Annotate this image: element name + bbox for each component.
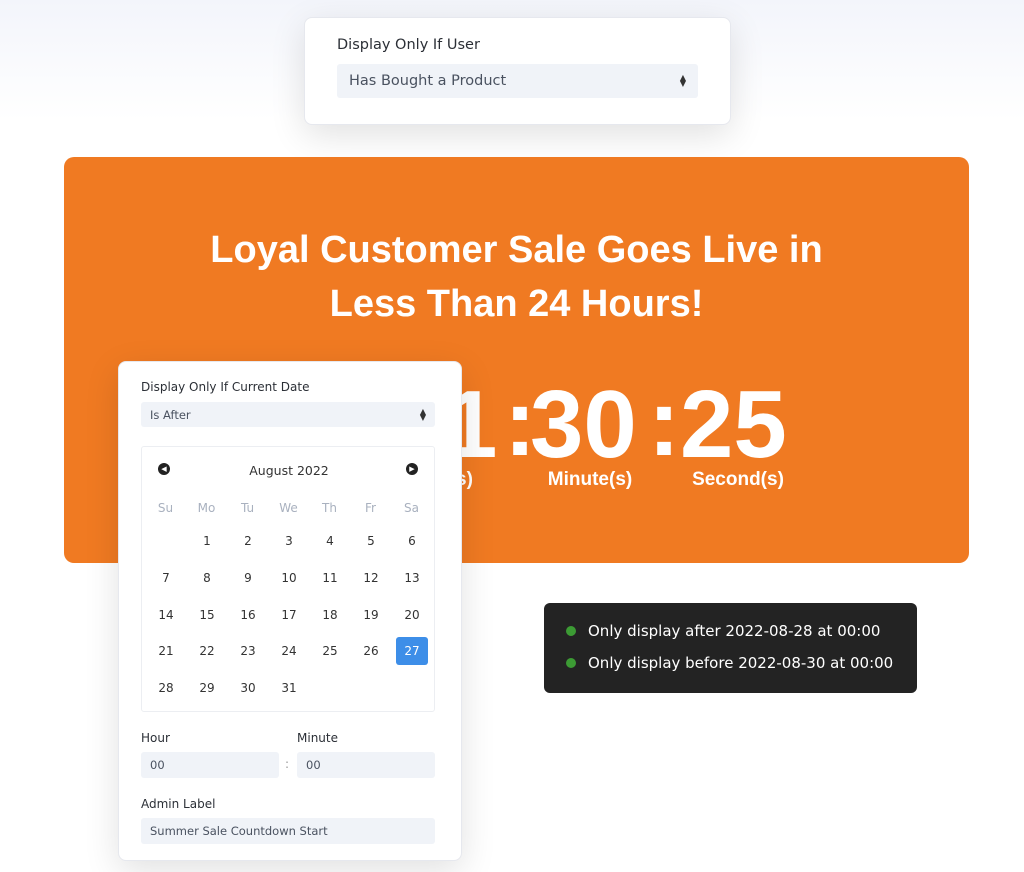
calendar-day[interactable]: 2 <box>232 527 264 555</box>
weekday-we: We <box>279 501 298 515</box>
countdown-minutes-label: Minute(s) <box>547 469 633 490</box>
weekday-su: Su <box>157 501 174 515</box>
next-month-icon[interactable]: ▶ <box>406 463 418 475</box>
countdown-seconds-label: Second(s) <box>692 469 784 490</box>
calendar-day-selected[interactable]: 27 <box>396 637 428 666</box>
banner-title-line2: Less Than 24 Hours! <box>329 283 704 325</box>
weekday-tu: Tu <box>240 501 255 515</box>
calendar-day[interactable]: 22 <box>191 637 223 665</box>
countdown-sep-2: : <box>648 369 680 476</box>
minute-label: Minute <box>297 731 338 745</box>
calendar-day[interactable]: 31 <box>273 674 305 702</box>
calendar-day[interactable]: 12 <box>355 564 387 592</box>
hour-input[interactable]: 00 <box>141 752 279 778</box>
calendar-day[interactable]: 17 <box>273 601 305 629</box>
weekday-th: Th <box>322 501 337 515</box>
calendar-day[interactable]: 25 <box>314 637 346 665</box>
banner-title-line1: Loyal Customer Sale Goes Live in <box>210 229 823 271</box>
schedule-tooltip: Only display after 2022-08-28 at 00:00 O… <box>544 603 917 693</box>
admin-label-label: Admin Label <box>141 797 216 811</box>
calendar-day[interactable]: 7 <box>150 564 182 592</box>
user-condition-select[interactable]: Has Bought a Product ▲ ▼ <box>337 64 698 98</box>
tooltip-text: Only display before 2022-08-30 at 00:00 <box>588 654 894 672</box>
date-condition-panel: Display Only If Current Date Is After ▲ ▼… <box>118 361 462 861</box>
calendar-day[interactable]: 6 <box>396 527 428 555</box>
date-condition-value: Is After <box>150 407 191 422</box>
calendar-day[interactable]: 15 <box>191 601 223 629</box>
calendar-day[interactable]: 3 <box>273 527 305 555</box>
time-separator: : <box>285 757 290 771</box>
calendar-day[interactable]: 1 <box>191 527 223 555</box>
calendar-day[interactable]: 21 <box>150 637 182 665</box>
calendar-day[interactable]: 8 <box>191 564 223 592</box>
calendar-day[interactable]: 18 <box>314 601 346 629</box>
calendar: ◀ August 2022 ▶ Su Mo Tu We Th Fr Sa 123456789… <box>141 446 435 712</box>
countdown-seconds: 25 <box>680 371 787 478</box>
user-condition-label: Display Only If User <box>337 37 480 53</box>
select-arrows-icon: ▲ ▼ <box>679 73 686 88</box>
tooltip-line: Only display after 2022-08-28 at 00:00 <box>566 622 880 640</box>
status-dot-icon <box>566 626 576 636</box>
calendar-day[interactable]: 4 <box>314 527 346 555</box>
calendar-day[interactable]: 30 <box>232 674 264 702</box>
calendar-day[interactable]: 10 <box>273 564 305 592</box>
tooltip-line: Only display before 2022-08-30 at 00:00 <box>566 654 893 672</box>
countdown-minutes: 30 <box>530 371 637 478</box>
calendar-day[interactable]: 19 <box>355 601 387 629</box>
admin-label-input[interactable]: Summer Sale Countdown Start <box>141 818 435 844</box>
calendar-day[interactable]: 28 <box>150 674 182 702</box>
calendar-day[interactable]: 13 <box>396 564 428 592</box>
calendar-day[interactable]: 24 <box>273 637 305 665</box>
calendar-day[interactable]: 20 <box>396 601 428 629</box>
date-condition-select[interactable]: Is After ▲ ▼ <box>141 402 435 427</box>
calendar-day[interactable]: 9 <box>232 564 264 592</box>
weekday-mo: Mo <box>197 501 216 515</box>
hour-label: Hour <box>141 731 170 745</box>
calendar-grid: 1 2 3 4 5 6 7 8 9 10 11 12 13 14 15 16 17 18 19 20 21 22 23 24 2… <box>142 527 436 717</box>
status-dot-icon <box>566 658 576 668</box>
tooltip-text: Only display after 2022-08-28 at 00:00 <box>588 622 881 640</box>
calendar-day[interactable]: 5 <box>355 527 387 555</box>
weekday-row: Su Mo Tu We Th Fr Sa <box>145 501 432 515</box>
calendar-day[interactable]: 14 <box>150 601 182 629</box>
calendar-month: August 2022 <box>249 463 329 478</box>
calendar-day[interactable]: 23 <box>232 637 264 665</box>
weekday-sa: Sa <box>404 501 419 515</box>
weekday-fr: Fr <box>365 501 376 515</box>
calendar-day[interactable]: 29 <box>191 674 223 702</box>
user-condition-value: Has Bought a Product <box>349 73 507 89</box>
date-condition-label: Display Only If Current Date <box>141 380 310 394</box>
calendar-day[interactable]: 11 <box>314 564 346 592</box>
calendar-day[interactable]: 16 <box>232 601 264 629</box>
select-arrows-icon: ▲ ▼ <box>419 406 426 422</box>
calendar-day[interactable]: 26 <box>355 637 387 665</box>
user-condition-card: Display Only If User Has Bought a Produc… <box>304 17 731 125</box>
minute-input[interactable]: 00 <box>297 752 435 778</box>
